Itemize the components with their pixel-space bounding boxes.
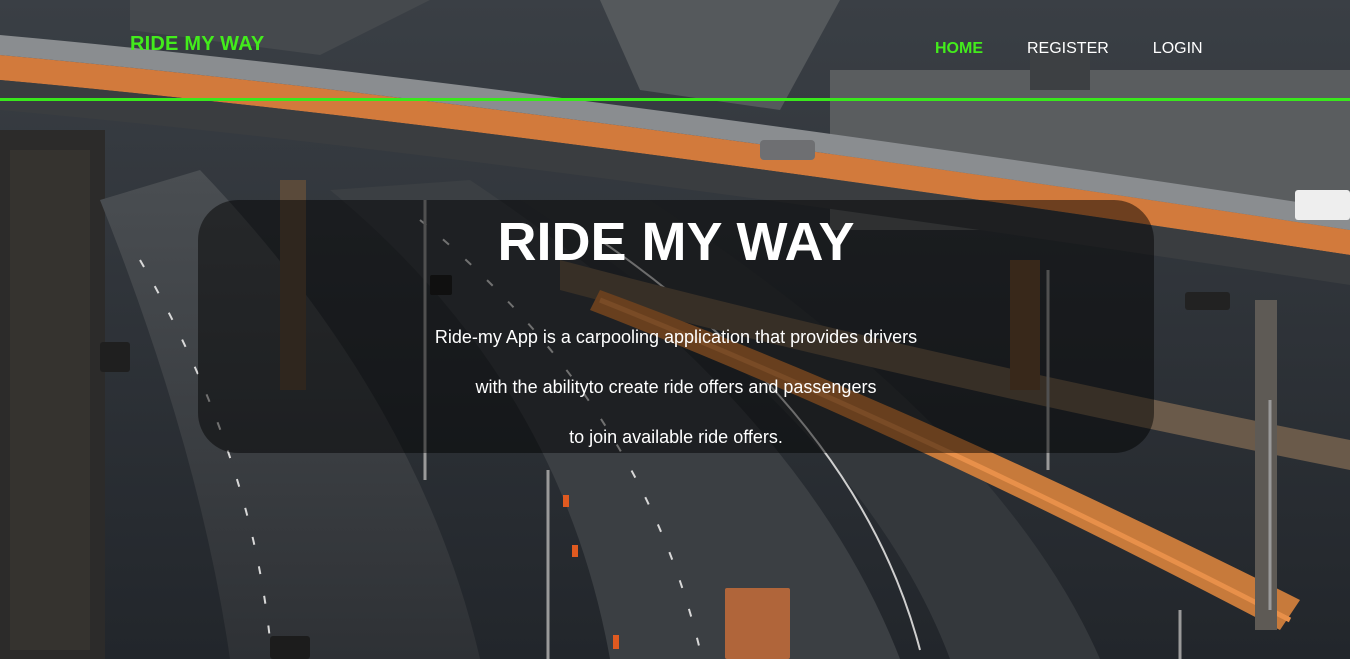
hero-description-line-1: Ride-my App is a carpooling application … (434, 327, 918, 347)
nav-link-register[interactable]: REGISTER (1027, 40, 1109, 58)
nav-link-home[interactable]: HOME (935, 40, 983, 58)
nav-menu: HOME REGISTER LOGIN (935, 40, 1247, 58)
landing-page: RIDE MY WAY HOME REGISTER LOGIN RIDE MY … (0, 0, 1350, 659)
hero-description-line-2: with the abilityto create ride offers an… (475, 377, 877, 397)
nav-link-login[interactable]: LOGIN (1153, 40, 1203, 58)
top-navbar: RIDE MY WAY HOME REGISTER LOGIN (0, 0, 1350, 101)
brand-logo-link[interactable]: RIDE MY WAY (130, 33, 264, 56)
hero-description-line-3: to join available ride offers. (569, 427, 783, 447)
hero-title: RIDE MY WAY (497, 212, 855, 272)
